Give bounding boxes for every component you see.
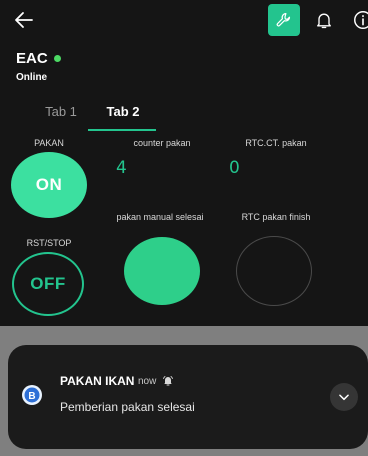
pakan-on-button[interactable]: ON xyxy=(11,152,87,218)
rst-stop-label: RST/STOP xyxy=(26,238,72,248)
notification-expand-button[interactable] xyxy=(330,383,358,411)
counter-pakan-label: counter pakan xyxy=(133,138,191,148)
blynk-b-icon: B xyxy=(22,385,42,405)
app-screen: EAC Online Tab 1 Tab 2 PAKAN counter pak… xyxy=(0,0,368,326)
bell-icon[interactable] xyxy=(314,9,334,31)
online-indicator xyxy=(54,55,61,62)
top-bar xyxy=(0,0,368,42)
rtc-ct-pakan-label: RTC.CT. pakan xyxy=(245,138,307,148)
pakan-label: PAKAN xyxy=(34,138,64,148)
rst-stop-off-button[interactable]: OFF xyxy=(12,252,84,316)
svg-text:B: B xyxy=(28,391,35,402)
tab-2[interactable]: Tab 2 xyxy=(100,104,146,119)
arrow-left-icon[interactable] xyxy=(12,8,36,32)
notification-separator: · xyxy=(131,375,135,387)
bell-ring-icon xyxy=(163,376,173,386)
settings-button[interactable] xyxy=(268,4,300,36)
device-status: Online xyxy=(16,72,48,83)
notification-time: now xyxy=(138,376,157,387)
rtc-pakan-finish-led xyxy=(236,236,312,306)
info-icon[interactable] xyxy=(352,9,368,31)
chevron-down-icon xyxy=(339,394,349,401)
notification-body: Pemberian pakan selesai xyxy=(60,400,195,414)
rtc-pakan-finish-label: RTC pakan finish xyxy=(241,212,311,222)
device-name: EAC xyxy=(16,50,48,67)
active-tab-indicator xyxy=(88,129,156,131)
counter-pakan-value: 4 xyxy=(116,158,127,178)
pakan-manual-selesai-label: pakan manual selesai xyxy=(116,212,204,222)
wrench-icon xyxy=(276,13,291,27)
notification-card[interactable] xyxy=(8,345,368,449)
notification-title: PAKAN IKAN xyxy=(60,374,135,388)
pakan-manual-selesai-led xyxy=(124,237,200,305)
rtc-ct-pakan-value: 0 xyxy=(229,158,240,178)
tab-1[interactable]: Tab 1 xyxy=(36,104,86,119)
